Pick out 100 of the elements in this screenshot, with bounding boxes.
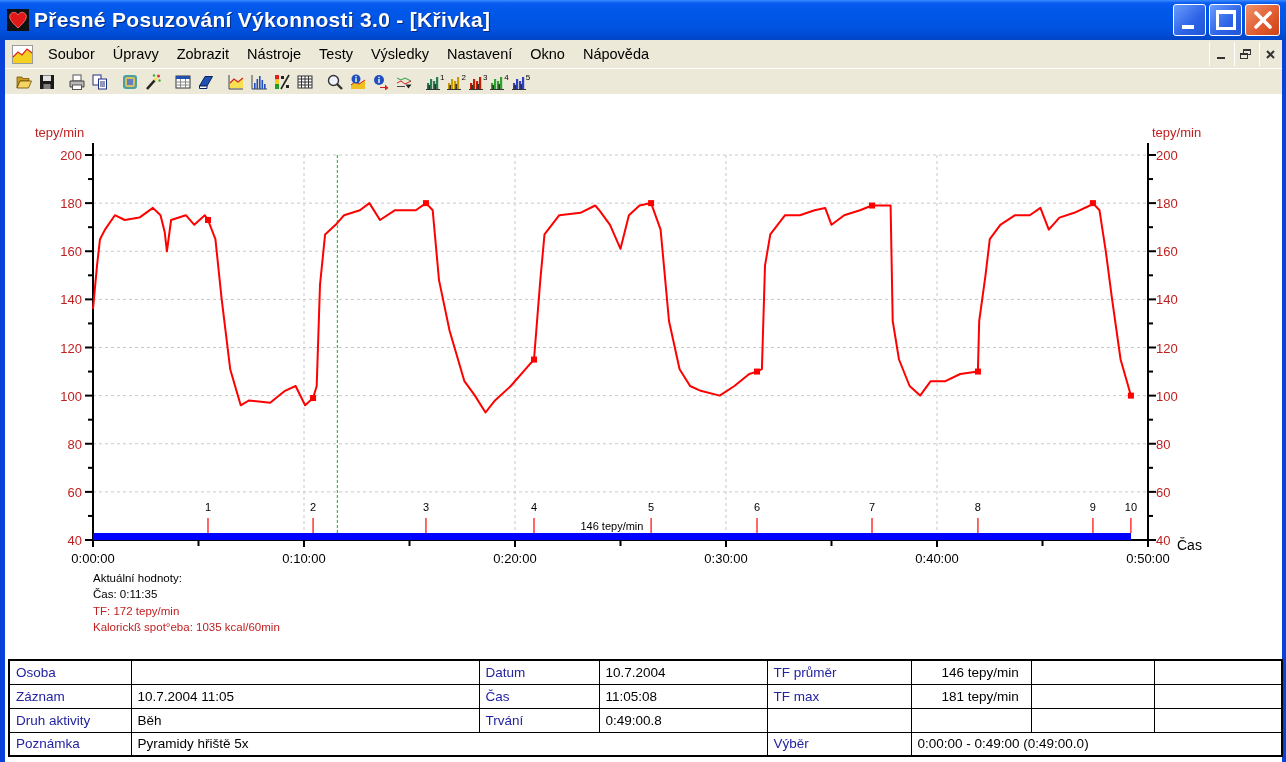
x-axis-title: Čas — [1177, 537, 1202, 553]
lap-tick — [1092, 517, 1094, 534]
menu-item[interactable]: Testy — [310, 46, 362, 62]
y-axis-title: tepy/min — [1152, 125, 1202, 140]
heart-icon — [7, 9, 29, 31]
y-axis-title: tepy/min — [35, 125, 85, 140]
menu-item[interactable]: Nástroje — [238, 46, 311, 62]
x-tick-label: 0:50:00 — [1126, 551, 1170, 566]
chart-button[interactable]: 2 — [447, 73, 466, 90]
field-value: 11:05:08 — [599, 684, 767, 709]
x-tick-label: 0:10:00 — [282, 551, 326, 566]
y-tick-label: 100 — [1156, 388, 1178, 404]
y-tick-label: 60 — [1156, 484, 1171, 500]
lap-number: 3 — [422, 501, 429, 513]
minimize-button[interactable] — [1173, 4, 1206, 36]
menu-item[interactable]: Soubor — [39, 46, 104, 62]
chart-button[interactable]: 1 — [426, 73, 445, 90]
x-tick-label: 0:30:00 — [704, 551, 748, 566]
average-label: 146 tepy/min — [580, 520, 644, 532]
lap-tick — [207, 517, 209, 534]
y-tick-label: 120 — [60, 340, 82, 356]
lap-number: 5 — [648, 501, 655, 513]
info-chart-icon[interactable] — [350, 73, 366, 90]
field-value: 0:49:00.8 — [599, 708, 767, 733]
readout-text: Kalorickß spot°eba: 1035 kcal/60min — [93, 619, 280, 635]
close-icon — [1266, 49, 1275, 59]
y-tick-label: 80 — [67, 436, 82, 452]
save-icon[interactable] — [39, 73, 55, 90]
menu-item[interactable]: Okno — [521, 46, 574, 62]
printer-icon[interactable] — [69, 73, 85, 90]
bar-chart-icon — [426, 75, 440, 90]
y-tick-label: 140 — [1156, 292, 1178, 308]
close-icon — [1253, 11, 1272, 29]
y-tick-label: 160 — [60, 244, 82, 260]
copy-icon[interactable] — [92, 73, 108, 90]
lap-marker — [1089, 200, 1096, 207]
field-value: 10.7.2004 — [599, 660, 767, 685]
y-tick-label: 80 — [1156, 436, 1171, 452]
y-tick-label: 60 — [67, 484, 82, 500]
lap-tick — [533, 517, 535, 534]
field-label: TF max — [767, 684, 911, 709]
field-label: Druh aktivity — [9, 708, 131, 733]
menu-item[interactable]: Úpravy — [103, 46, 168, 62]
y-tick-label: 40 — [1156, 533, 1171, 548]
info-arrow-icon[interactable] — [373, 73, 389, 90]
window-title: Přesné Posuzování Výkonnosti 3.0 - [Křivka] — [34, 8, 492, 32]
minimize-icon — [1216, 57, 1225, 59]
menu-item[interactable]: Nastavení — [437, 46, 522, 62]
lap-number: 4 — [530, 501, 538, 513]
colored-bars-icon[interactable] — [274, 73, 290, 90]
lap-tick — [756, 517, 758, 534]
y-tick-label: 180 — [60, 196, 82, 212]
lap-number: 6 — [753, 501, 761, 513]
lap-marker — [205, 216, 211, 223]
x-tick-label: 0:40:00 — [915, 551, 959, 566]
lap-tick — [650, 517, 652, 534]
grid-window-icon[interactable] — [175, 73, 191, 90]
lap-marker — [531, 356, 537, 363]
field-value: 10.7.2004 11:05 — [131, 684, 479, 709]
field-label: Čas — [479, 684, 599, 709]
book-icon[interactable] — [198, 73, 214, 90]
y-tick-label: 160 — [1156, 244, 1178, 260]
lap-number: 2 — [310, 501, 317, 513]
lap-marker — [869, 202, 875, 209]
field-value: 181 tepy/min — [911, 684, 1031, 709]
field-label: TF průměr — [767, 660, 911, 685]
chart-button[interactable]: 4 — [490, 73, 509, 90]
field-label: Trvání — [479, 708, 599, 733]
search-icon[interactable] — [327, 73, 343, 90]
lap-number: 8 — [974, 501, 981, 513]
table-icon[interactable] — [297, 73, 313, 90]
chart-button[interactable]: 3 — [468, 73, 488, 90]
area-chart-icon[interactable] — [12, 44, 33, 64]
bar-chart-icon[interactable] — [251, 73, 267, 90]
chart-button[interactable]: 5 — [511, 73, 531, 90]
field-label: Datum — [479, 660, 599, 685]
menu-item[interactable]: Zobrazit — [167, 46, 239, 62]
lap-marker — [1127, 392, 1134, 399]
y-tick-label: 140 — [60, 292, 82, 308]
lap-marker — [648, 200, 655, 207]
tile-icon[interactable] — [122, 73, 138, 90]
x-tick-label: 0:20:00 — [493, 551, 537, 566]
field-value: 146 tepy/min — [911, 660, 1031, 685]
open-folder-icon[interactable] — [16, 73, 32, 90]
field-label: Osoba — [9, 660, 131, 685]
readout-text: Čas: 0:11:35 — [93, 587, 158, 603]
lap-tick — [871, 517, 873, 534]
field-label: Záznam — [9, 684, 131, 709]
field-value: Běh — [131, 708, 479, 733]
y-tick-label: 120 — [1156, 340, 1178, 356]
area-chart-icon[interactable] — [228, 73, 244, 90]
maximize-icon — [1215, 10, 1236, 30]
lap-tick — [1130, 517, 1132, 534]
menu-item[interactable]: Výsledky — [361, 46, 438, 62]
readout-text: TF: 172 tepy/min — [93, 603, 180, 619]
menu-item[interactable]: Nápověda — [573, 46, 659, 62]
restore-icon — [1240, 49, 1251, 59]
maximize-button[interactable] — [1209, 4, 1242, 36]
lap-number: 10 — [1124, 501, 1138, 513]
wand-icon[interactable] — [145, 73, 161, 90]
